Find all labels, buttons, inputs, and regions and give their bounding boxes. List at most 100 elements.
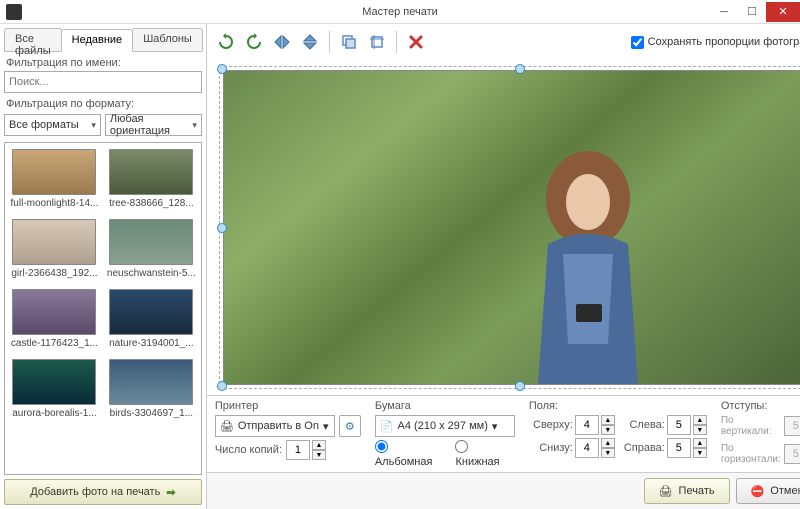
resize-handle[interactable]	[217, 64, 227, 74]
crop-button[interactable]	[364, 29, 390, 55]
thumbnail-item[interactable]: neuschwanstein-5...	[104, 215, 199, 283]
chevron-down-icon: ▾	[192, 120, 197, 131]
sidebar: Все файлы Недавние Шаблоны Фильтрация по…	[0, 24, 207, 509]
thumbnail-image	[12, 359, 96, 405]
printer-label: Принтер	[215, 400, 361, 412]
thumbnail-image	[109, 359, 193, 405]
page-icon: 📄	[380, 420, 394, 433]
spin-down[interactable]: ▼	[312, 450, 326, 460]
search-input[interactable]	[4, 71, 202, 93]
printer-icon: 🖨	[220, 420, 234, 433]
thumbnail-image	[109, 149, 193, 195]
thumbnail-item[interactable]: birds-3304697_1...	[104, 355, 199, 423]
thumbnail-label: birds-3304697_1...	[106, 408, 196, 419]
delete-button[interactable]	[403, 29, 429, 55]
minimize-button[interactable]: ─	[710, 2, 738, 22]
margin-left-input[interactable]	[667, 415, 691, 435]
toolbar: Сохранять пропорции фотографий	[207, 24, 800, 60]
canvas[interactable]	[213, 60, 800, 395]
thumbnail-item[interactable]: aurora-borealis-1...	[7, 355, 102, 423]
main-area: Сохранять пропорции фотографий	[207, 24, 800, 509]
thumbnail-image	[109, 289, 193, 335]
tab-templates[interactable]: Шаблоны	[132, 28, 203, 51]
cancel-button[interactable]: ⛔ Отмена	[736, 478, 800, 504]
paper-label: Бумага	[375, 400, 515, 412]
thumbnail-item[interactable]: girl-2366438_192...	[7, 215, 102, 283]
thumbnail-item[interactable]: tree-838666_128...	[104, 145, 199, 213]
thumbnail-label: aurora-borealis-1...	[9, 408, 99, 419]
flip-horizontal-button[interactable]	[269, 29, 295, 55]
spin-down[interactable]: ▼	[693, 425, 707, 435]
spin-up[interactable]: ▲	[312, 440, 326, 450]
spin-down[interactable]: ▼	[601, 448, 615, 458]
window-title: Мастер печати	[362, 6, 438, 18]
thumbnail-label: neuschwanstein-5...	[106, 268, 196, 279]
resize-handle[interactable]	[515, 64, 525, 74]
printer-dropdown[interactable]: 🖨 Отправить в On ▾	[215, 415, 335, 437]
thumbnail-label: castle-1176423_1...	[9, 338, 99, 349]
chevron-down-icon: ▾	[91, 120, 96, 131]
thumbnail-label: full-moonlight8-14...	[9, 198, 99, 209]
printer-settings-button[interactable]: ⚙	[339, 415, 361, 437]
spin-up[interactable]: ▲	[693, 438, 707, 448]
spin-up[interactable]: ▲	[601, 415, 615, 425]
indents-label: Отступы:	[721, 400, 800, 412]
print-button[interactable]: 🖨 Печать	[644, 478, 730, 504]
margin-right-input[interactable]	[667, 438, 691, 458]
filter-format-label: Фильтрация по формату:	[6, 98, 200, 110]
photo-frame[interactable]	[223, 70, 800, 385]
arrow-right-icon: ➡	[166, 486, 175, 499]
spin-down[interactable]: ▼	[601, 425, 615, 435]
margins-label: Поля:	[529, 400, 707, 412]
paper-dropdown[interactable]: 📄 A4 (210 x 297 мм) ▾	[375, 415, 515, 437]
thumbnail-image	[12, 149, 96, 195]
thumbnail-image	[109, 219, 193, 265]
copies-label: Число копий:	[215, 444, 282, 456]
orientation-combo[interactable]: Любая ориентация▾	[105, 114, 202, 136]
add-photo-button[interactable]: Добавить фото на печать ➡	[4, 479, 202, 505]
format-combo[interactable]: Все форматы▾	[4, 114, 101, 136]
rotate-right-button[interactable]	[241, 29, 267, 55]
thumbnail-label: tree-838666_128...	[106, 198, 196, 209]
indent-v-input	[784, 416, 800, 436]
printer-icon: 🖨	[659, 485, 673, 498]
spin-down[interactable]: ▼	[693, 448, 707, 458]
thumbnail-image	[12, 219, 96, 265]
landscape-radio[interactable]: Альбомная	[375, 440, 448, 468]
margin-bottom-input[interactable]	[575, 438, 599, 458]
rotate-left-button[interactable]	[213, 29, 239, 55]
spin-up[interactable]: ▲	[601, 438, 615, 448]
maximize-button[interactable]: ☐	[738, 2, 766, 22]
portrait-radio[interactable]: Книжная	[455, 440, 514, 468]
copy-button[interactable]	[336, 29, 362, 55]
print-settings-panel: Принтер 🖨 Отправить в On ▾ ⚙ Число копий…	[207, 395, 800, 472]
titlebar: Мастер печати ─ ☐ ✕	[0, 0, 800, 24]
chevron-down-icon: ▾	[492, 420, 498, 433]
thumbnail-item[interactable]: nature-3194001_...	[104, 285, 199, 353]
thumbnail-item[interactable]: castle-1176423_1...	[7, 285, 102, 353]
indent-h-input	[784, 444, 800, 464]
app-icon	[6, 4, 22, 20]
gear-icon: ⚙	[345, 420, 355, 433]
flip-vertical-button[interactable]	[297, 29, 323, 55]
keep-proportions-checkbox[interactable]: Сохранять пропорции фотографий	[631, 36, 800, 49]
thumbnail-item[interactable]: full-moonlight8-14...	[7, 145, 102, 213]
resize-handle[interactable]	[217, 381, 227, 391]
sidebar-tabs: Все файлы Недавние Шаблоны	[4, 28, 202, 52]
spin-up[interactable]: ▲	[693, 415, 707, 425]
thumbnail-image	[12, 289, 96, 335]
copies-input[interactable]	[286, 440, 310, 460]
resize-handle[interactable]	[515, 381, 525, 391]
close-button[interactable]: ✕	[766, 2, 800, 22]
tab-recent[interactable]: Недавние	[61, 29, 134, 52]
resize-handle[interactable]	[217, 223, 227, 233]
margin-top-input[interactable]	[575, 415, 599, 435]
filter-name-label: Фильтрация по имени:	[6, 57, 200, 69]
chevron-down-icon: ▾	[323, 420, 329, 433]
thumbnail-label: girl-2366438_192...	[9, 268, 99, 279]
action-row: 🖨 Печать ⛔ Отмена	[207, 472, 800, 509]
thumbnail-list[interactable]: full-moonlight8-14... tree-838666_128...g…	[4, 142, 202, 475]
tab-all-files[interactable]: Все файлы	[4, 28, 62, 51]
photo-subject	[508, 144, 668, 384]
thumbnail-label: nature-3194001_...	[106, 338, 196, 349]
